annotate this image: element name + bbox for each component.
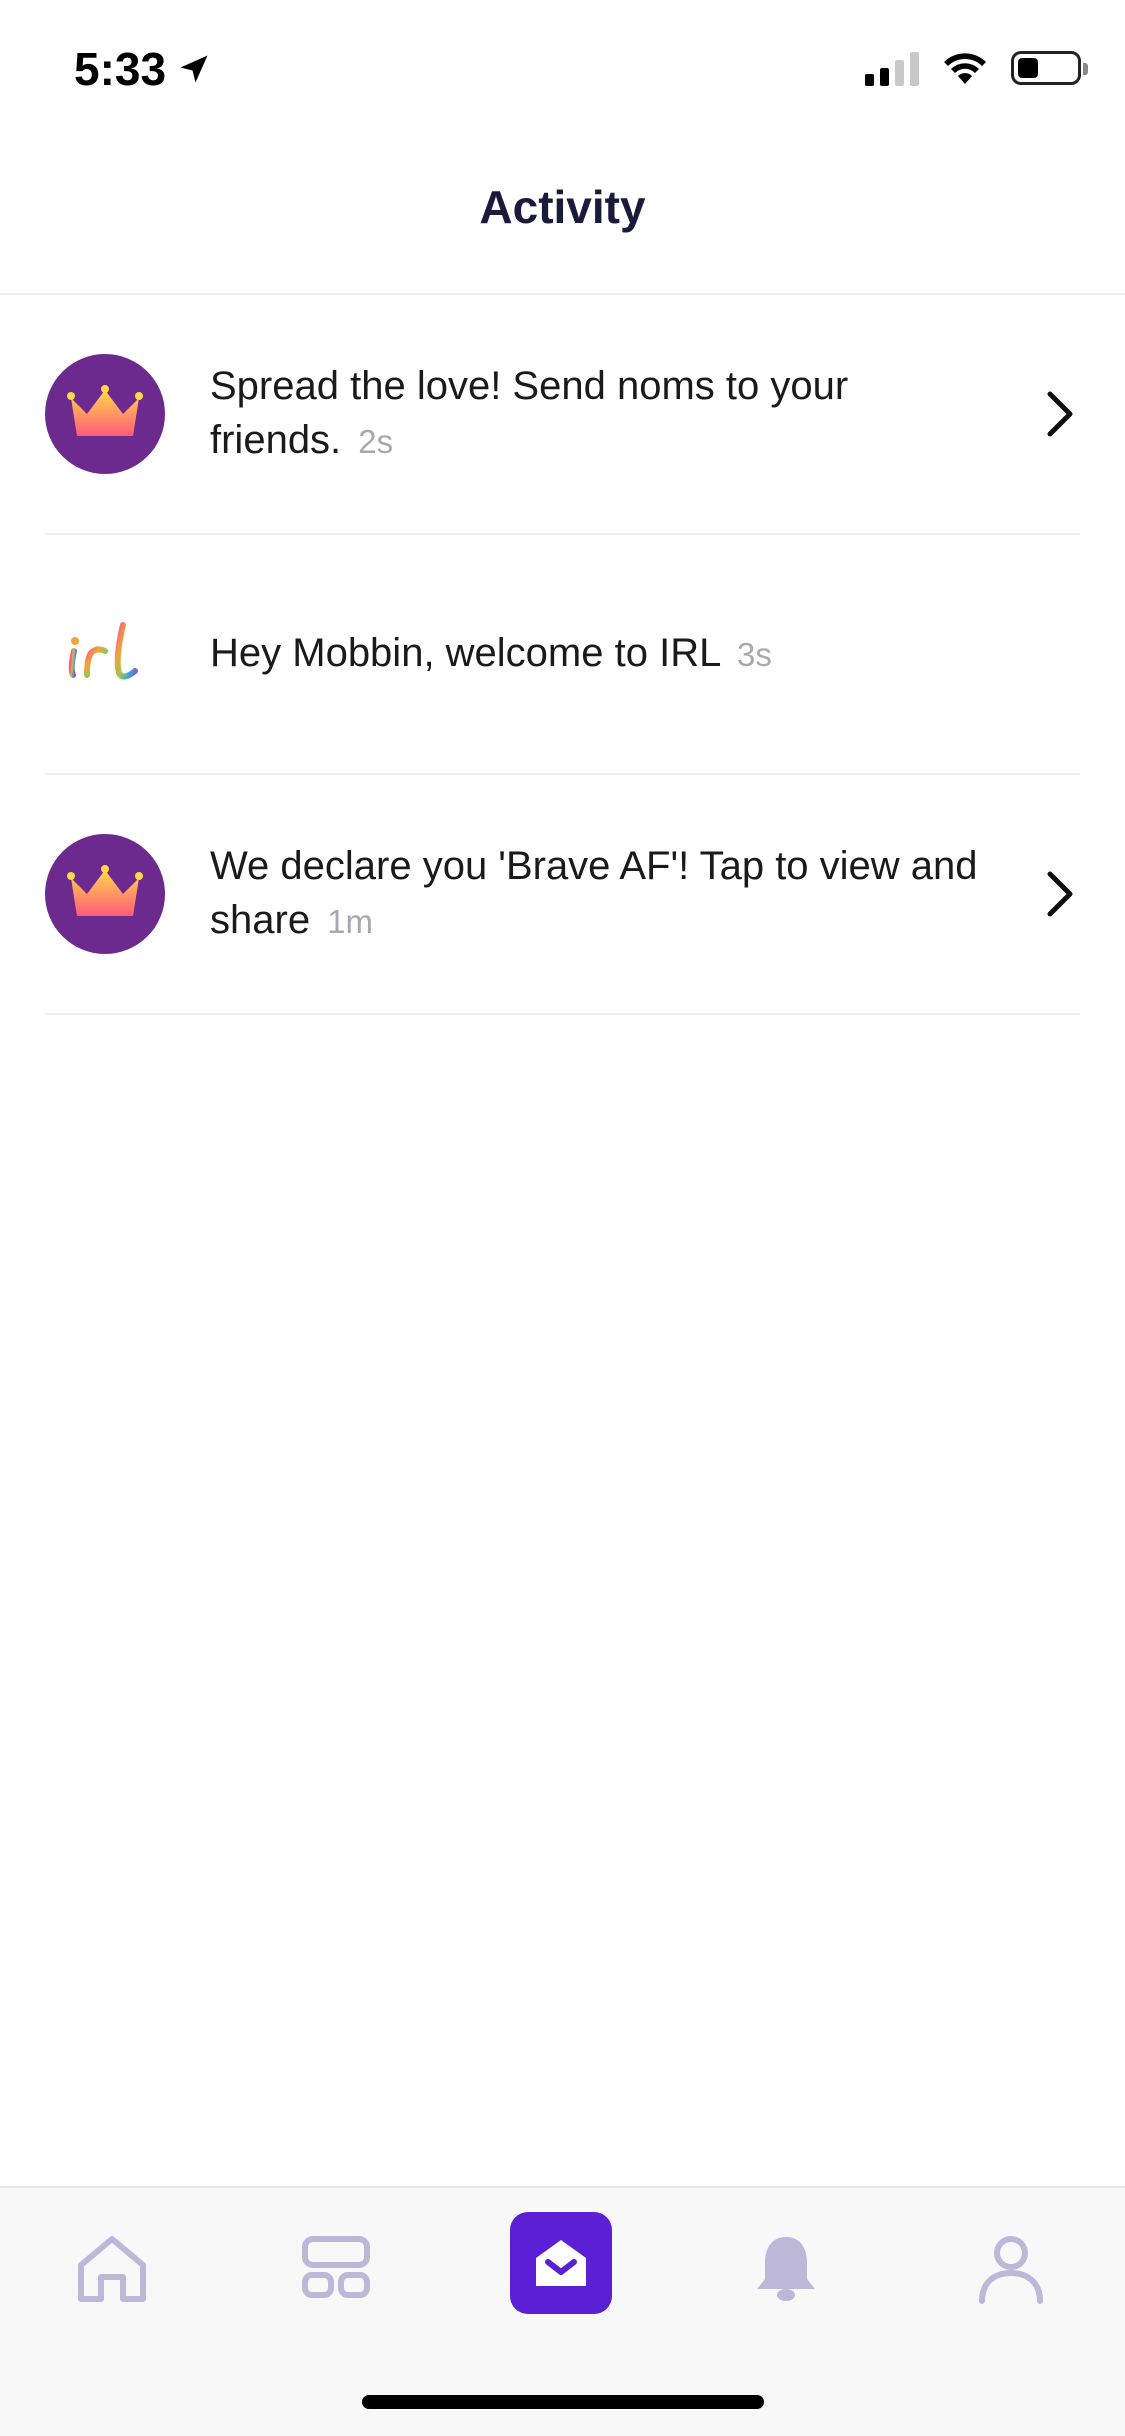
battery-icon <box>1011 51 1088 85</box>
status-time-label: 5:33 <box>74 43 167 95</box>
cellular-signal-icon <box>865 50 919 86</box>
activity-message: Spread the love! Send noms to your frien… <box>210 359 990 469</box>
chevron-right-icon <box>1047 391 1073 437</box>
activity-list: Spread the love! Send noms to your frien… <box>0 295 1125 1015</box>
activity-timestamp: 2s <box>358 423 394 460</box>
activity-message: We declare you 'Brave AF'! Tap to view a… <box>210 839 990 949</box>
activity-text: Spread the love! Send noms to your frien… <box>210 364 849 462</box>
activity-item-welcome[interactable]: Hey Mobbin, welcome to IRL 3s <box>45 535 1080 775</box>
envelope-icon <box>536 2240 586 2286</box>
crown-avatar <box>45 354 165 474</box>
location-arrow-icon <box>180 55 208 83</box>
page-title: Activity <box>479 180 646 233</box>
tab-profile[interactable] <box>956 2213 1066 2323</box>
status-bar: 5:33 <box>0 0 1125 140</box>
crown-icon <box>67 385 143 436</box>
wifi-icon <box>944 53 986 84</box>
home-icon <box>78 2236 146 2302</box>
grid-icon <box>302 2236 370 2298</box>
activity-timestamp: 1m <box>327 903 374 940</box>
activity-text: We declare you 'Brave AF'! Tap to view a… <box>210 844 978 942</box>
activity-message: Hey Mobbin, welcome to IRL 3s <box>210 626 990 682</box>
irl-logo-icon <box>68 622 138 680</box>
activity-text: Hey Mobbin, welcome to IRL <box>210 631 720 675</box>
tab-home[interactable] <box>57 2213 167 2323</box>
activity-screen: 5:33 Activity Spread the love! Send noms… <box>0 0 1125 2436</box>
status-icons <box>865 50 1088 86</box>
home-indicator[interactable] <box>362 2395 764 2409</box>
activity-item-send-noms[interactable]: Spread the love! Send noms to your frien… <box>45 295 1080 535</box>
activity-item-brave-af[interactable]: We declare you 'Brave AF'! Tap to view a… <box>45 775 1080 1015</box>
bell-icon <box>757 2237 815 2301</box>
activity-timestamp: 3s <box>736 636 772 673</box>
nav-header: Activity <box>0 140 1125 295</box>
crown-icon <box>67 865 143 916</box>
profile-icon <box>979 2236 1043 2304</box>
battery-level <box>1018 58 1038 78</box>
tab-explore[interactable] <box>281 2213 391 2323</box>
crown-avatar <box>45 834 165 954</box>
chevron-right-icon <box>1047 871 1073 917</box>
tab-notifications[interactable] <box>731 2213 841 2323</box>
status-time: 5:33 <box>74 42 212 96</box>
irl-logo <box>45 594 165 714</box>
tab-activity[interactable] <box>510 2212 612 2314</box>
